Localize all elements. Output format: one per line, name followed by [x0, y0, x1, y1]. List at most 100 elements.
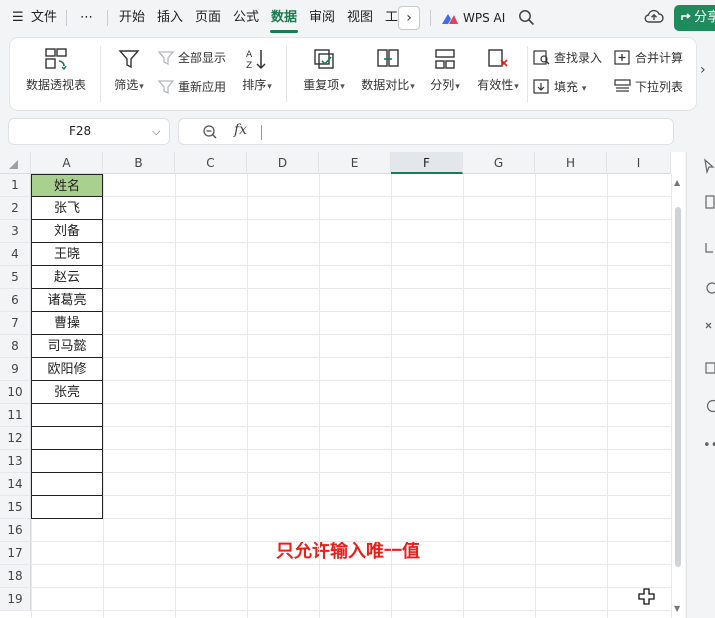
- search-icon[interactable]: [518, 9, 535, 30]
- row-header[interactable]: 15: [0, 496, 31, 519]
- row-header[interactable]: 3: [0, 220, 31, 243]
- scroll-up-icon[interactable]: ▲: [674, 178, 680, 187]
- table-cell[interactable]: [31, 496, 103, 519]
- row-header[interactable]: 18: [0, 565, 31, 588]
- wps-ai-button[interactable]: WPS AI: [463, 9, 505, 27]
- row-header[interactable]: 7: [0, 312, 31, 335]
- side-panel: [686, 152, 715, 618]
- column-header-h[interactable]: H: [535, 152, 607, 174]
- row-header[interactable]: 4: [0, 243, 31, 266]
- table-cell[interactable]: [31, 450, 103, 473]
- scroll-down-icon[interactable]: ▼: [674, 604, 680, 613]
- column-header-g[interactable]: G: [463, 152, 535, 174]
- chevron-down-icon[interactable]: ⌵: [152, 119, 160, 144]
- split-column-button[interactable]: 分列▾: [426, 47, 464, 95]
- grid-line: [463, 174, 464, 618]
- panel-tool-icon[interactable]: [703, 280, 715, 300]
- formula-input[interactable]: fx: [178, 118, 674, 145]
- panel-tool-icon[interactable]: [703, 194, 715, 214]
- compare-label: 数据对比: [361, 78, 410, 92]
- scroll-thumb[interactable]: [675, 207, 681, 567]
- row-header[interactable]: 5: [0, 266, 31, 289]
- select-tool-icon[interactable]: [703, 158, 715, 178]
- table-cell[interactable]: 张亮: [31, 381, 103, 404]
- duplicates-button[interactable]: 重复项▾: [300, 47, 348, 95]
- row-header[interactable]: 16: [0, 519, 31, 542]
- tab-home[interactable]: 开始: [119, 9, 145, 27]
- more-icon[interactable]: ⋯: [80, 9, 93, 27]
- column-header-i[interactable]: I: [607, 152, 671, 174]
- column-header-b[interactable]: B: [103, 152, 175, 174]
- table-cell[interactable]: 诸葛亮: [31, 289, 103, 312]
- menu-divider: [66, 10, 67, 26]
- panel-tool-icon[interactable]: [703, 240, 715, 260]
- row-header[interactable]: 1: [0, 174, 31, 197]
- more-icon[interactable]: ••: [703, 438, 715, 453]
- caret-down-icon: ▾: [455, 82, 460, 92]
- tab-page[interactable]: 页面: [195, 9, 221, 27]
- tab-data[interactable]: 数据: [271, 9, 297, 27]
- tab-review[interactable]: 审阅: [309, 9, 335, 27]
- ribbon-more-arrow-icon[interactable]: ›: [700, 62, 706, 78]
- caret-down-icon: ▾: [514, 82, 519, 92]
- menu-icon[interactable]: ☰: [12, 9, 24, 27]
- sort-button[interactable]: AZ 排序▾: [238, 47, 276, 95]
- ribbon-divider: [527, 46, 528, 102]
- reapply-button[interactable]: 重新应用: [157, 79, 226, 95]
- row-header[interactable]: 11: [0, 404, 31, 427]
- function-icon[interactable]: fx: [234, 122, 247, 138]
- cell-reference: F28: [69, 124, 92, 138]
- tab-tools[interactable]: 工: [385, 9, 398, 27]
- table-cell[interactable]: [31, 473, 103, 496]
- row-header[interactable]: 13: [0, 450, 31, 473]
- column-header-a[interactable]: A: [31, 152, 103, 174]
- filter-button[interactable]: 筛选▾: [110, 47, 148, 95]
- row-header[interactable]: 10: [0, 381, 31, 404]
- column-header-f[interactable]: F: [391, 152, 463, 174]
- table-cell[interactable]: 刘备: [31, 220, 103, 243]
- pivot-table-button[interactable]: 数据透视表: [22, 47, 90, 93]
- name-box[interactable]: F28 ⌵: [8, 118, 170, 145]
- row-header[interactable]: 17: [0, 542, 31, 565]
- validation-button[interactable]: 有效性▾: [473, 47, 523, 95]
- reapply-icon: [157, 80, 175, 95]
- fill-button[interactable]: 填充 ▾: [533, 79, 586, 97]
- table-cell[interactable]: [31, 427, 103, 450]
- column-header-d[interactable]: D: [247, 152, 319, 174]
- table-cell[interactable]: 赵云: [31, 266, 103, 289]
- table-cell[interactable]: [31, 404, 103, 427]
- column-header-c[interactable]: C: [175, 152, 247, 174]
- validation-icon: [488, 49, 508, 67]
- lookup-icon: [533, 50, 550, 65]
- tab-view[interactable]: 视图: [347, 9, 373, 27]
- column-header-e[interactable]: E: [319, 152, 391, 174]
- table-cell[interactable]: 王晓: [31, 243, 103, 266]
- row-header[interactable]: 9: [0, 358, 31, 381]
- table-cell[interactable]: 张飞: [31, 197, 103, 220]
- chevron-right-icon[interactable]: ›: [398, 6, 420, 30]
- panel-tool-icon[interactable]: [703, 360, 715, 380]
- cloud-upload-icon[interactable]: [644, 8, 664, 30]
- share-button[interactable]: 分享: [674, 5, 715, 31]
- zoom-icon[interactable]: [202, 124, 218, 144]
- lookup-entry-button[interactable]: 查找录入: [533, 50, 602, 66]
- help-icon[interactable]: [703, 398, 715, 418]
- table-cell[interactable]: 司马懿: [31, 335, 103, 358]
- table-cell[interactable]: 欧阳修: [31, 358, 103, 381]
- consolidate-button[interactable]: 合并计算: [614, 50, 683, 66]
- tab-formulas[interactable]: 公式: [233, 9, 259, 27]
- row-header[interactable]: 6: [0, 289, 31, 312]
- row-header[interactable]: 8: [0, 335, 31, 358]
- file-menu[interactable]: 文件: [31, 9, 57, 27]
- row-header[interactable]: 2: [0, 197, 31, 220]
- panel-tool-icon[interactable]: [703, 318, 715, 338]
- row-header[interactable]: 14: [0, 473, 31, 496]
- compare-button[interactable]: 数据对比▾: [357, 47, 419, 95]
- tab-insert[interactable]: 插入: [157, 9, 183, 27]
- dropdown-list-button[interactable]: 下拉列表: [614, 79, 683, 95]
- table-header-cell[interactable]: 姓名: [31, 174, 103, 197]
- row-header[interactable]: 19: [0, 588, 31, 611]
- table-cell[interactable]: 曹操: [31, 312, 103, 335]
- show-all-button[interactable]: 全部显示: [157, 50, 226, 66]
- row-header[interactable]: 12: [0, 427, 31, 450]
